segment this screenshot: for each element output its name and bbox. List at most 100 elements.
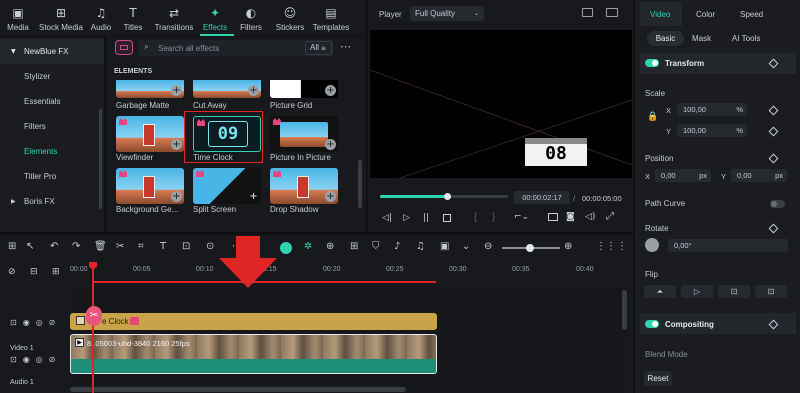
stop-icon[interactable] [443, 214, 451, 222]
rotate-right-icon[interactable]: ⊡ [755, 285, 787, 298]
marker-icon[interactable]: ⌐⌄ [514, 212, 529, 222]
rotate-field[interactable]: 0,00° [668, 239, 788, 252]
library-scrollbar[interactable] [358, 160, 362, 208]
effect-thumb-background-generator[interactable]: + [116, 168, 184, 204]
more-timeline-icon[interactable]: ⋮ [617, 241, 627, 253]
sidebar-item-elements[interactable]: Elements [0, 139, 104, 164]
grid-view-icon[interactable]: ⋮⋮ [596, 241, 616, 253]
effect-thumb-viewfinder[interactable]: + [116, 116, 184, 152]
tab-filters[interactable]: ◐ Filters [232, 2, 270, 36]
delete-icon[interactable]: 🗑 [94, 241, 107, 253]
subtab-ai-tools[interactable]: AI Tools [732, 34, 760, 43]
tab-video[interactable]: Video [650, 10, 670, 19]
effect-thumb-cut-away[interactable]: + [193, 80, 261, 98]
layout-icon[interactable]: ⊞ [8, 241, 16, 253]
fullscreen-icon[interactable]: ⤢ [606, 211, 614, 222]
sidebar-item-titler-pro[interactable]: Titler Pro [0, 164, 104, 189]
tab-speed[interactable]: Speed [740, 10, 763, 19]
reset-button[interactable]: Reset [644, 371, 672, 386]
pos-y-field[interactable]: 0,00 px [731, 169, 787, 182]
subtab-mask[interactable]: Mask [692, 34, 711, 43]
filter-dropdown[interactable]: All ≡ [305, 41, 332, 55]
effect-clip[interactable]: e Clock [70, 313, 437, 330]
magnet-icon[interactable]: ✲ [304, 241, 312, 253]
add-track-icon[interactable]: ⊞ [52, 267, 60, 277]
rotate-left-icon[interactable]: ⊡ [718, 285, 750, 298]
tab-stickers[interactable]: ☺ Stickers [270, 2, 310, 36]
playhead-line[interactable] [92, 268, 94, 393]
link-icon[interactable]: ⊘ [8, 267, 16, 277]
split-marker-icon[interactable]: ✂ [86, 306, 102, 326]
display-icon[interactable] [548, 213, 558, 221]
effect-thumb-picture-grid[interactable]: + [270, 80, 338, 98]
sidebar-item-stylizer[interactable]: Stylizer [0, 64, 104, 89]
path-curve-toggle[interactable] [770, 200, 785, 208]
effect-track-controls[interactable]: ⊡◉◎⊘ [10, 318, 61, 327]
zoom-out-icon[interactable]: ⊖ [484, 241, 492, 253]
text-tool-icon[interactable]: T [160, 241, 166, 253]
zoom-slider[interactable] [502, 244, 560, 252]
flip-horizontal-icon[interactable]: ⏶ [644, 285, 676, 298]
redo-icon[interactable]: ↷ [72, 241, 80, 253]
crop-icon[interactable]: ⌗ [138, 241, 144, 253]
video-clip[interactable]: ▶ 8105003-uhd-3840 2160 25fps [70, 334, 437, 374]
sidebar-item-newblue-fx[interactable]: ▼ NewBlue FX [0, 39, 104, 64]
tab-media[interactable]: ▣ Media [0, 2, 36, 36]
subtab-basic[interactable]: Basic [647, 31, 684, 46]
chevron-down-icon[interactable]: ⌄ [462, 241, 470, 253]
image-icon[interactable] [606, 8, 618, 17]
video-preview[interactable]: 08 [370, 30, 632, 178]
track-settings-icon[interactable]: ⊟ [30, 267, 38, 277]
tab-audio[interactable]: ♫ Audio [86, 2, 116, 36]
zoom-in-icon[interactable]: ⊕ [564, 241, 572, 253]
play-icon[interactable]: ▷ [403, 213, 410, 223]
mark-in-icon[interactable]: { [474, 212, 477, 223]
rotate-dial[interactable] [645, 238, 659, 252]
current-time[interactable]: 00:00:02:17 [514, 191, 570, 204]
compositing-toggle[interactable] [645, 320, 659, 328]
flip-vertical-icon[interactable]: ▷ [681, 285, 713, 298]
sidebar-item-boris-fx[interactable]: ▶ Boris FX [0, 189, 104, 214]
render-icon[interactable] [280, 242, 292, 254]
volume-icon[interactable]: ◁) [585, 212, 595, 222]
sidebar-item-filters[interactable]: Filters [0, 114, 104, 139]
sidebar-item-essentials[interactable]: Essentials [0, 89, 104, 114]
premium-filter-button[interactable] [115, 40, 133, 55]
effect-thumb-time-clock[interactable]: 09 [193, 116, 261, 152]
timeline-vertical-scrollbar[interactable] [622, 290, 627, 330]
scale-x-field[interactable]: 100,00% [677, 103, 747, 116]
pause-icon[interactable]: || [423, 213, 429, 223]
timeline-scrollbar[interactable] [70, 387, 406, 392]
mark-out-icon[interactable]: } [492, 212, 495, 223]
effect-thumb-drop-shadow[interactable]: + [270, 168, 338, 204]
sidebar-scrollbar[interactable] [99, 109, 102, 209]
playhead-knob[interactable] [443, 193, 451, 200]
scale-y-field[interactable]: 100,00% [677, 124, 747, 137]
tab-stock-media[interactable]: ⊞ Stock Media [36, 2, 86, 36]
select-tool-icon[interactable]: ↖ [26, 241, 34, 253]
music-icon[interactable]: ♫ [416, 241, 425, 253]
camera-icon[interactable]: ◙ [566, 212, 575, 222]
undo-icon[interactable]: ↶ [50, 241, 58, 253]
zoom-knob[interactable] [526, 244, 534, 252]
speed-icon[interactable]: ⊙ [206, 241, 214, 253]
timeline-ruler[interactable] [70, 262, 630, 280]
split-icon[interactable]: ✂ [116, 241, 124, 253]
snapshot-icon[interactable] [582, 8, 593, 17]
tab-transitions[interactable]: ⇄ Transitions [150, 2, 198, 36]
picture-icon[interactable]: ▣ [440, 241, 449, 253]
effect-thumb-split-screen[interactable]: + [193, 168, 261, 204]
microphone-icon[interactable]: ♪ [394, 241, 400, 253]
mosaic-icon[interactable]: ⊞ [350, 241, 358, 253]
tab-titles[interactable]: T Titles [116, 2, 150, 36]
video-track-controls[interactable]: ⊡◉◎⊘ [10, 355, 61, 364]
more-options-icon[interactable]: ⋯ [340, 40, 351, 53]
tab-color[interactable]: Color [696, 10, 715, 19]
shield-icon[interactable]: ⛉ [372, 241, 380, 253]
transform-tool-icon[interactable]: ⊡ [182, 241, 190, 253]
auto-ripple-icon[interactable]: ⊕ [326, 241, 334, 253]
quality-dropdown[interactable]: Full Quality ⌄ [410, 6, 484, 21]
tab-templates[interactable]: ▤ Templates [310, 2, 352, 36]
lock-ratio-icon[interactable]: 🔒 [647, 112, 658, 122]
effect-thumb-picture-in-picture[interactable]: + [270, 116, 338, 152]
